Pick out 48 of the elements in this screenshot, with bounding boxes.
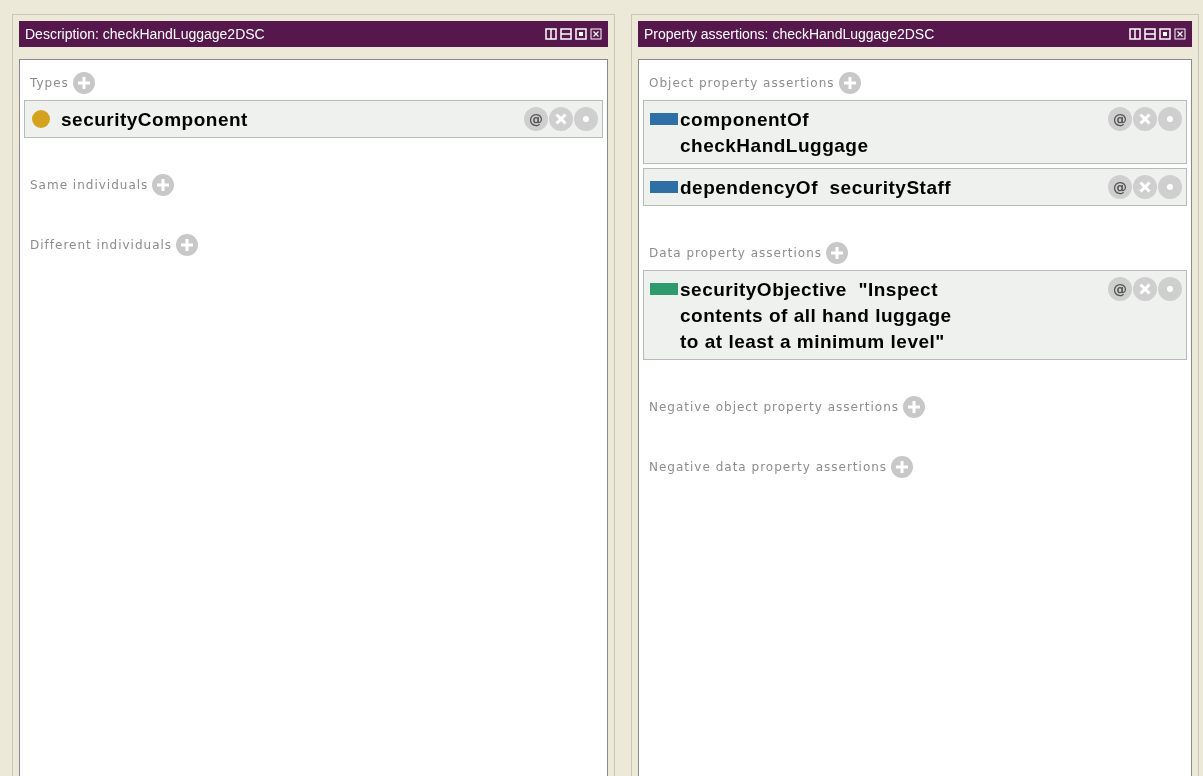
split-vertical-icon[interactable]: [545, 28, 557, 40]
delete-icon[interactable]: [1133, 107, 1157, 131]
assertion-row[interactable]: componentOf checkHandLuggage @: [643, 100, 1187, 164]
add-icon[interactable]: [838, 72, 861, 94]
add-icon[interactable]: [176, 234, 199, 256]
class-icon: [31, 109, 51, 129]
edit-icon[interactable]: [1158, 107, 1182, 131]
split-vertical-icon[interactable]: [1129, 28, 1141, 40]
view-title: Description: checkHandLuggage2DSC: [25, 26, 265, 42]
object-property-icon: [650, 113, 678, 125]
edit-icon[interactable]: [1158, 277, 1182, 301]
annotate-button[interactable]: @: [1108, 107, 1132, 131]
add-icon[interactable]: [72, 72, 95, 94]
assertion-text: dependencyOf securityStaff: [680, 176, 953, 200]
add-icon[interactable]: [152, 174, 175, 196]
annotate-button[interactable]: @: [1108, 175, 1132, 199]
add-icon[interactable]: [903, 396, 926, 418]
section-label: Types: [30, 76, 69, 90]
section-label: Negative object property assertions: [649, 400, 900, 414]
edit-icon[interactable]: [1158, 175, 1182, 199]
close-icon[interactable]: [590, 28, 602, 40]
assertion-text: componentOf checkHandLuggage: [680, 108, 870, 158]
delete-icon[interactable]: [549, 107, 573, 131]
close-icon[interactable]: [1174, 28, 1186, 40]
section-label: Different individuals: [30, 238, 173, 252]
split-horizontal-icon[interactable]: [560, 28, 572, 40]
add-icon[interactable]: [891, 456, 914, 478]
object-property-icon: [650, 181, 678, 193]
edit-icon[interactable]: [574, 107, 598, 131]
section-label: Negative data property assertions: [649, 460, 888, 474]
section-label: Object property assertions: [649, 76, 835, 90]
assertion-row[interactable]: securityComponent @: [24, 100, 603, 138]
delete-icon[interactable]: [1133, 277, 1157, 301]
section-label: Data property assertions: [649, 246, 823, 260]
data-property-icon: [650, 283, 678, 295]
section-label: Same individuals: [30, 178, 149, 192]
delete-icon[interactable]: [1133, 175, 1157, 199]
assertion-text: securityObjective "Inspect contents of all hand luggage to at least a minimum level": [680, 278, 953, 354]
assertion-row[interactable]: securityObjective "Inspect contents of all hand luggage to at least a minimum level" @: [643, 270, 1187, 360]
maximize-icon[interactable]: [1159, 28, 1171, 40]
maximize-icon[interactable]: [575, 28, 587, 40]
assertion-text: securityComponent: [61, 108, 249, 132]
add-icon[interactable]: [826, 242, 849, 264]
view-title: Property assertions: checkHandLuggage2DSC: [644, 26, 935, 42]
split-horizontal-icon[interactable]: [1144, 28, 1156, 40]
annotate-button[interactable]: @: [524, 107, 548, 131]
assertion-row[interactable]: dependencyOf securityStaff @: [643, 168, 1187, 206]
annotate-button[interactable]: @: [1108, 277, 1132, 301]
